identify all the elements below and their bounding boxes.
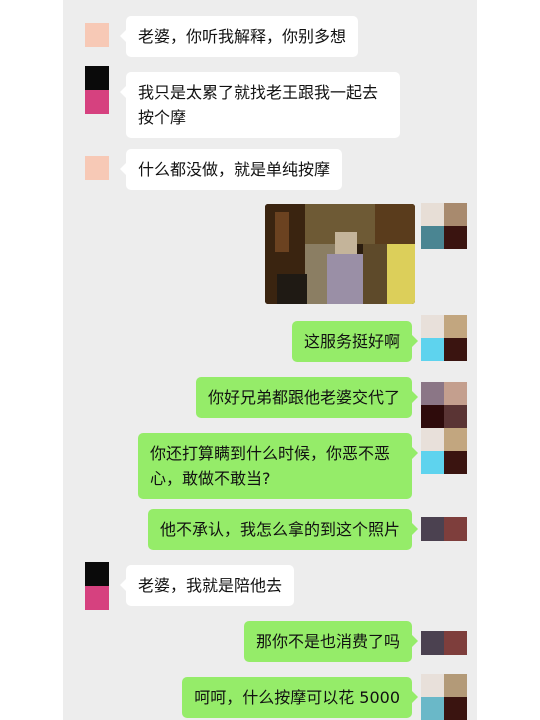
user-avatar[interactable] [421, 428, 467, 474]
user-avatar[interactable] [421, 382, 467, 428]
shared-photo[interactable] [265, 204, 415, 304]
contact-avatar[interactable] [85, 156, 109, 204]
message-bubble-outgoing[interactable]: 你好兄弟都跟他老婆交代了 [195, 377, 419, 418]
contact-avatar[interactable] [85, 66, 109, 114]
user-avatar[interactable] [421, 203, 467, 249]
message-bubble-outgoing[interactable]: 他不承认，我怎么拿的到这个照片 [147, 509, 419, 550]
message-bubble-incoming[interactable]: 我只是太累了就找老王跟我一起去按个摩 [120, 72, 400, 138]
message-bubble-outgoing[interactable]: 你还打算瞒到什么时候，你恶不恶心，敢做不敢当? [138, 433, 418, 499]
contact-avatar[interactable] [85, 23, 109, 71]
user-avatar[interactable] [421, 674, 467, 720]
user-avatar[interactable] [421, 315, 467, 361]
message-bubble-incoming[interactable]: 老婆，我就是陪他去 [119, 565, 295, 606]
user-avatar[interactable] [421, 517, 467, 541]
chat-window: 老婆，你听我解释，你别多想 我只是太累了就找老王跟我一起去按个摩 什么都没做，就… [63, 0, 477, 720]
message-bubble-outgoing[interactable]: 这服务挺好啊 [291, 321, 419, 362]
message-bubble-incoming[interactable]: 老婆，你听我解释，你别多想 [119, 16, 359, 57]
user-avatar[interactable] [421, 631, 467, 655]
message-bubble-outgoing[interactable]: 那你不是也消费了吗 [243, 621, 419, 662]
message-bubble-outgoing[interactable]: 呵呵，什么按摩可以花 5000 [182, 677, 418, 718]
message-bubble-incoming[interactable]: 什么都没做，就是单纯按摩 [119, 149, 343, 190]
contact-avatar[interactable] [85, 562, 109, 610]
